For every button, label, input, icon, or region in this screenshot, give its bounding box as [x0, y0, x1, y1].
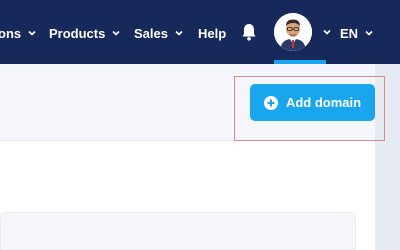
chevron-down-icon [365, 30, 373, 36]
chevron-down-icon[interactable] [322, 27, 332, 37]
language-selector[interactable]: EN [340, 24, 374, 42]
add-domain-label: Add domain [285, 95, 362, 110]
top-navigation-bar: ons Products Sales Help EN [0, 0, 400, 64]
inner-content-panel [0, 212, 356, 250]
nav-menu-truncated-label: ons [0, 25, 22, 41]
nav-menu-sales-label: Sales [134, 25, 168, 41]
chevron-down-icon [112, 30, 120, 36]
nav-link-help[interactable]: Help [198, 24, 226, 42]
nav-menu-sales[interactable]: Sales [134, 24, 184, 42]
user-avatar-icon [274, 13, 312, 51]
bell-icon[interactable] [240, 22, 258, 42]
add-domain-button[interactable]: Add domain [250, 84, 375, 121]
chevron-down-icon [28, 30, 36, 36]
plus-circle-icon [263, 95, 278, 110]
nav-menu-products[interactable]: Products [49, 24, 121, 42]
language-selector-label: EN [340, 25, 359, 41]
nav-menu-truncated[interactable]: ons [0, 24, 37, 42]
avatar [274, 13, 312, 51]
chevron-down-icon [175, 30, 183, 36]
nav-link-help-label: Help [198, 25, 227, 41]
user-avatar-button[interactable] [274, 13, 312, 51]
nav-menu-products-label: Products [49, 25, 106, 41]
